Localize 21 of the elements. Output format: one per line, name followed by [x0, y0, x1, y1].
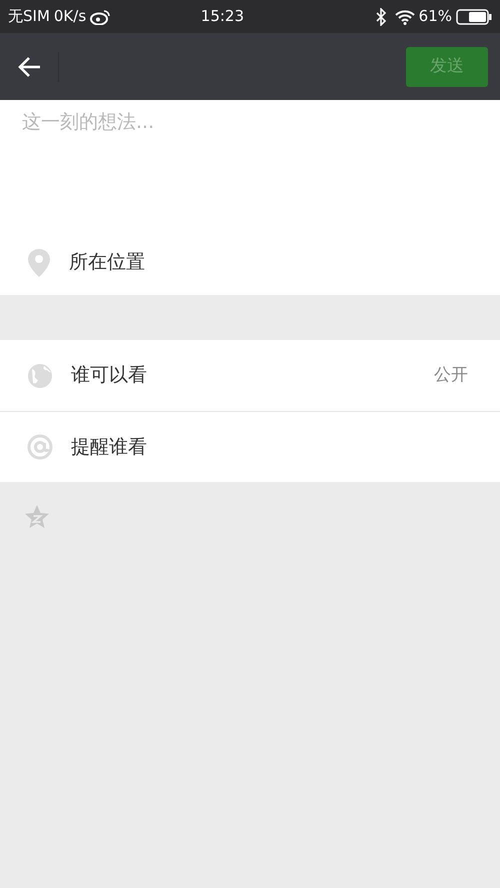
location-label: 所在位置 [69, 250, 145, 276]
battery-icon [456, 8, 492, 24]
settings-row[interactable]: 谁可以看 公开 [0, 340, 500, 411]
at-sign-icon [27, 434, 53, 460]
wifi-icon [394, 8, 415, 24]
star-icon[interactable] [24, 504, 50, 530]
battery-percent: 61% [418, 6, 452, 28]
network-speed: 0K/s [54, 6, 86, 28]
settings-label: 提醒谁看 [71, 434, 148, 460]
bluetooth-icon [374, 8, 387, 26]
back-arrow-icon[interactable] [18, 56, 42, 78]
settings-row[interactable]: 提醒谁看 [0, 411, 500, 482]
location-pin-icon [27, 248, 51, 278]
weibo-icon [90, 8, 110, 24]
settings-value: 公开 [434, 364, 468, 387]
clock-time: 15:23 [200, 6, 246, 28]
settings-label: 谁可以看 [71, 363, 148, 388]
location-row[interactable]: 所在位置 [0, 230, 500, 295]
globe-icon [27, 362, 53, 388]
post-text-field[interactable]: 这一刻的想法... [0, 100, 500, 230]
carrier-text: 无SIM [8, 6, 50, 28]
